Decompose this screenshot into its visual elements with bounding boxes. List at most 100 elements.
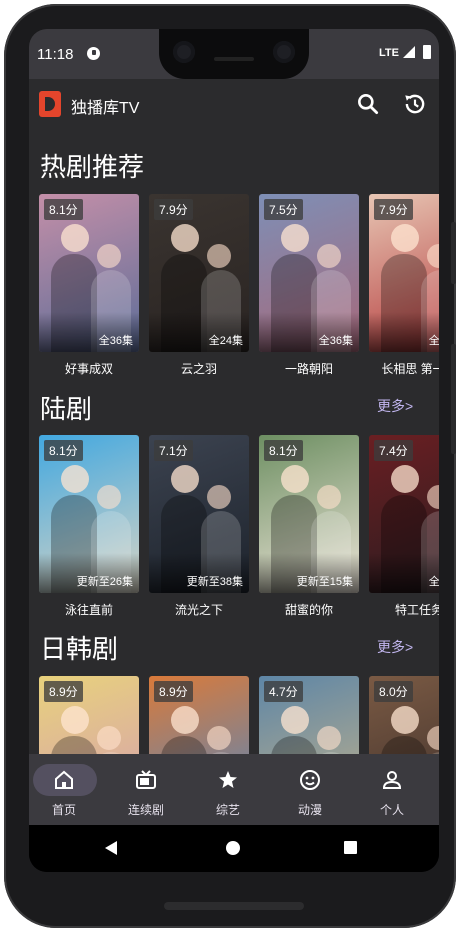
- signal-icon: [403, 46, 415, 58]
- nav-label: 个人: [379, 803, 404, 817]
- drama-title: 云之羽: [180, 362, 217, 376]
- rating-badge: 8.1分: [44, 440, 83, 461]
- rating-badge: 7.4分: [374, 440, 413, 461]
- bottom-navigation: 首页 连续剧 综艺 动漫 个人: [29, 754, 439, 825]
- notification-icon: [87, 47, 100, 60]
- rating-badge: 4.7分: [264, 681, 303, 702]
- episode-count: 全39集: [428, 335, 439, 347]
- status-time: 11:18: [37, 46, 74, 63]
- screen: 11:18 LTE 独播库TV 热剧推荐 8.1分 全36集 好事成双 7.9分…: [29, 29, 439, 872]
- rating-badge: 8.9分: [44, 681, 83, 702]
- poster-image: 8.9分: [149, 676, 249, 754]
- episode-count: 全24集: [208, 335, 243, 347]
- nav-item-variety[interactable]: 综艺: [193, 754, 275, 825]
- section-title: 热剧推荐: [40, 152, 145, 182]
- rating-badge: 8.1分: [264, 440, 303, 461]
- episode-count: 全36集: [318, 335, 353, 347]
- app-root: 11:18 LTE 独播库TV 热剧推荐 8.1分 全36集 好事成双 7.9分…: [29, 29, 439, 825]
- poster-image: 4.7分: [259, 676, 359, 754]
- drama-title: 特工任务: [394, 603, 439, 617]
- system-navigation-bar: [29, 825, 439, 872]
- section-title: 日韩剧: [40, 634, 119, 664]
- nav-label: 动漫: [297, 803, 322, 817]
- drama-row: 8.9分 8.9分 4.7分 8.0分: [39, 676, 439, 754]
- rating-badge: 7.5分: [264, 199, 303, 220]
- drama-title: 流光之下: [174, 603, 223, 617]
- drama-title: 长相思 第一季: [381, 362, 439, 376]
- home-button-icon[interactable]: [226, 841, 240, 855]
- back-icon[interactable]: [105, 841, 117, 855]
- app-logo-icon: [39, 91, 61, 117]
- nav-item-home[interactable]: 首页: [29, 754, 111, 825]
- drama-card[interactable]: 7.9分全39集长相思 第一季: [369, 194, 439, 384]
- front-camera-icon: [273, 41, 295, 63]
- drama-card[interactable]: 8.9分: [39, 676, 139, 754]
- home-icon: [55, 770, 73, 789]
- nav-label: 首页: [51, 803, 76, 817]
- episode-count: 更新至26集: [76, 576, 133, 588]
- section-title: 陆剧: [40, 394, 93, 424]
- episode-count: 更新至38集: [186, 576, 243, 588]
- drama-card[interactable]: 7.9分全24集云之羽: [149, 194, 249, 384]
- drama-card[interactable]: 8.0分: [369, 676, 439, 754]
- rating-badge: 8.0分: [374, 681, 413, 702]
- drama-card[interactable]: 8.1分更新至26集泳往直前: [39, 435, 139, 625]
- drama-title: 一路朝阳: [284, 362, 333, 376]
- rating-badge: 7.1分: [154, 440, 193, 461]
- volume-button: [451, 344, 456, 454]
- rating-badge: 7.9分: [374, 199, 413, 220]
- poster-image: 7.9分全39集: [369, 194, 439, 352]
- nav-item-series[interactable]: 连续剧: [111, 754, 193, 825]
- episode-count: 全40集: [428, 576, 439, 588]
- poster-image: 8.1分全36集: [39, 194, 139, 352]
- drama-card[interactable]: 7.5分全36集一路朝阳: [259, 194, 359, 384]
- poster-image: 7.4分全40集: [369, 435, 439, 593]
- app-title: 独播库TV: [71, 100, 140, 117]
- earpiece-speaker: [214, 57, 254, 61]
- battery-icon: [423, 45, 431, 59]
- person-icon: [382, 771, 402, 789]
- rating-badge: 8.1分: [44, 199, 83, 220]
- poster-image: 8.0分: [369, 676, 439, 754]
- front-camera-icon: [173, 41, 195, 63]
- nav-label: 连续剧: [127, 803, 164, 817]
- poster-image: 7.1分更新至38集: [149, 435, 249, 593]
- phone-frame: 11:18 LTE 独播库TV 热剧推荐 8.1分 全36集 好事成双 7.9分…: [4, 4, 456, 928]
- drama-title: 甜蜜的你: [284, 603, 333, 617]
- network-type: LTE: [379, 47, 399, 59]
- tv-icon: [136, 770, 156, 789]
- top-app-bar: 独播库TV: [29, 79, 439, 129]
- drama-card[interactable]: 7.4分全40集特工任务: [369, 435, 439, 625]
- poster-image: 8.9分: [39, 676, 139, 754]
- status-bar: 11:18 LTE: [29, 29, 439, 79]
- smiley-icon: [300, 770, 320, 790]
- recent-apps-icon[interactable]: [344, 841, 357, 854]
- poster-image: 8.1分更新至15集: [259, 435, 359, 593]
- bottom-speaker: [164, 902, 304, 910]
- history-icon[interactable]: [402, 91, 428, 117]
- rating-badge: 7.9分: [154, 199, 193, 220]
- drama-row: 8.1分 更新至26集 泳往直前 7.1分 更新至38集 流光之下 8.1分 更新至15集 甜蜜…: [39, 435, 439, 625]
- more-link[interactable]: 更多>: [377, 637, 413, 657]
- nav-item-anime[interactable]: 动漫: [275, 754, 357, 825]
- nav-label: 综艺: [215, 803, 240, 817]
- power-button: [451, 222, 456, 284]
- drama-title: 泳往直前: [64, 603, 113, 617]
- drama-card[interactable]: 8.9分: [149, 676, 249, 754]
- search-icon[interactable]: [355, 91, 381, 117]
- star-party-icon: [219, 771, 237, 788]
- drama-card[interactable]: 8.1分全36集好事成双: [39, 194, 139, 384]
- episode-count: 更新至15集: [296, 576, 353, 588]
- drama-card[interactable]: 4.7分: [259, 676, 359, 754]
- nav-item-profile[interactable]: 个人: [357, 754, 439, 825]
- episode-count: 全36集: [98, 335, 133, 347]
- camera-notch: [159, 29, 309, 79]
- drama-card[interactable]: 8.1分更新至15集甜蜜的你: [259, 435, 359, 625]
- rating-badge: 8.9分: [154, 681, 193, 702]
- poster-image: 7.9分全24集: [149, 194, 249, 352]
- drama-card[interactable]: 7.1分更新至38集流光之下: [149, 435, 249, 625]
- poster-image: 8.1分更新至26集: [39, 435, 139, 593]
- drama-row: 8.1分 全36集 好事成双 7.9分 全24集 云之羽 7.5分 全36集 一路朝阳 7.9分全…: [39, 194, 439, 384]
- more-link[interactable]: 更多>: [377, 396, 413, 416]
- drama-title: 好事成双: [64, 362, 113, 376]
